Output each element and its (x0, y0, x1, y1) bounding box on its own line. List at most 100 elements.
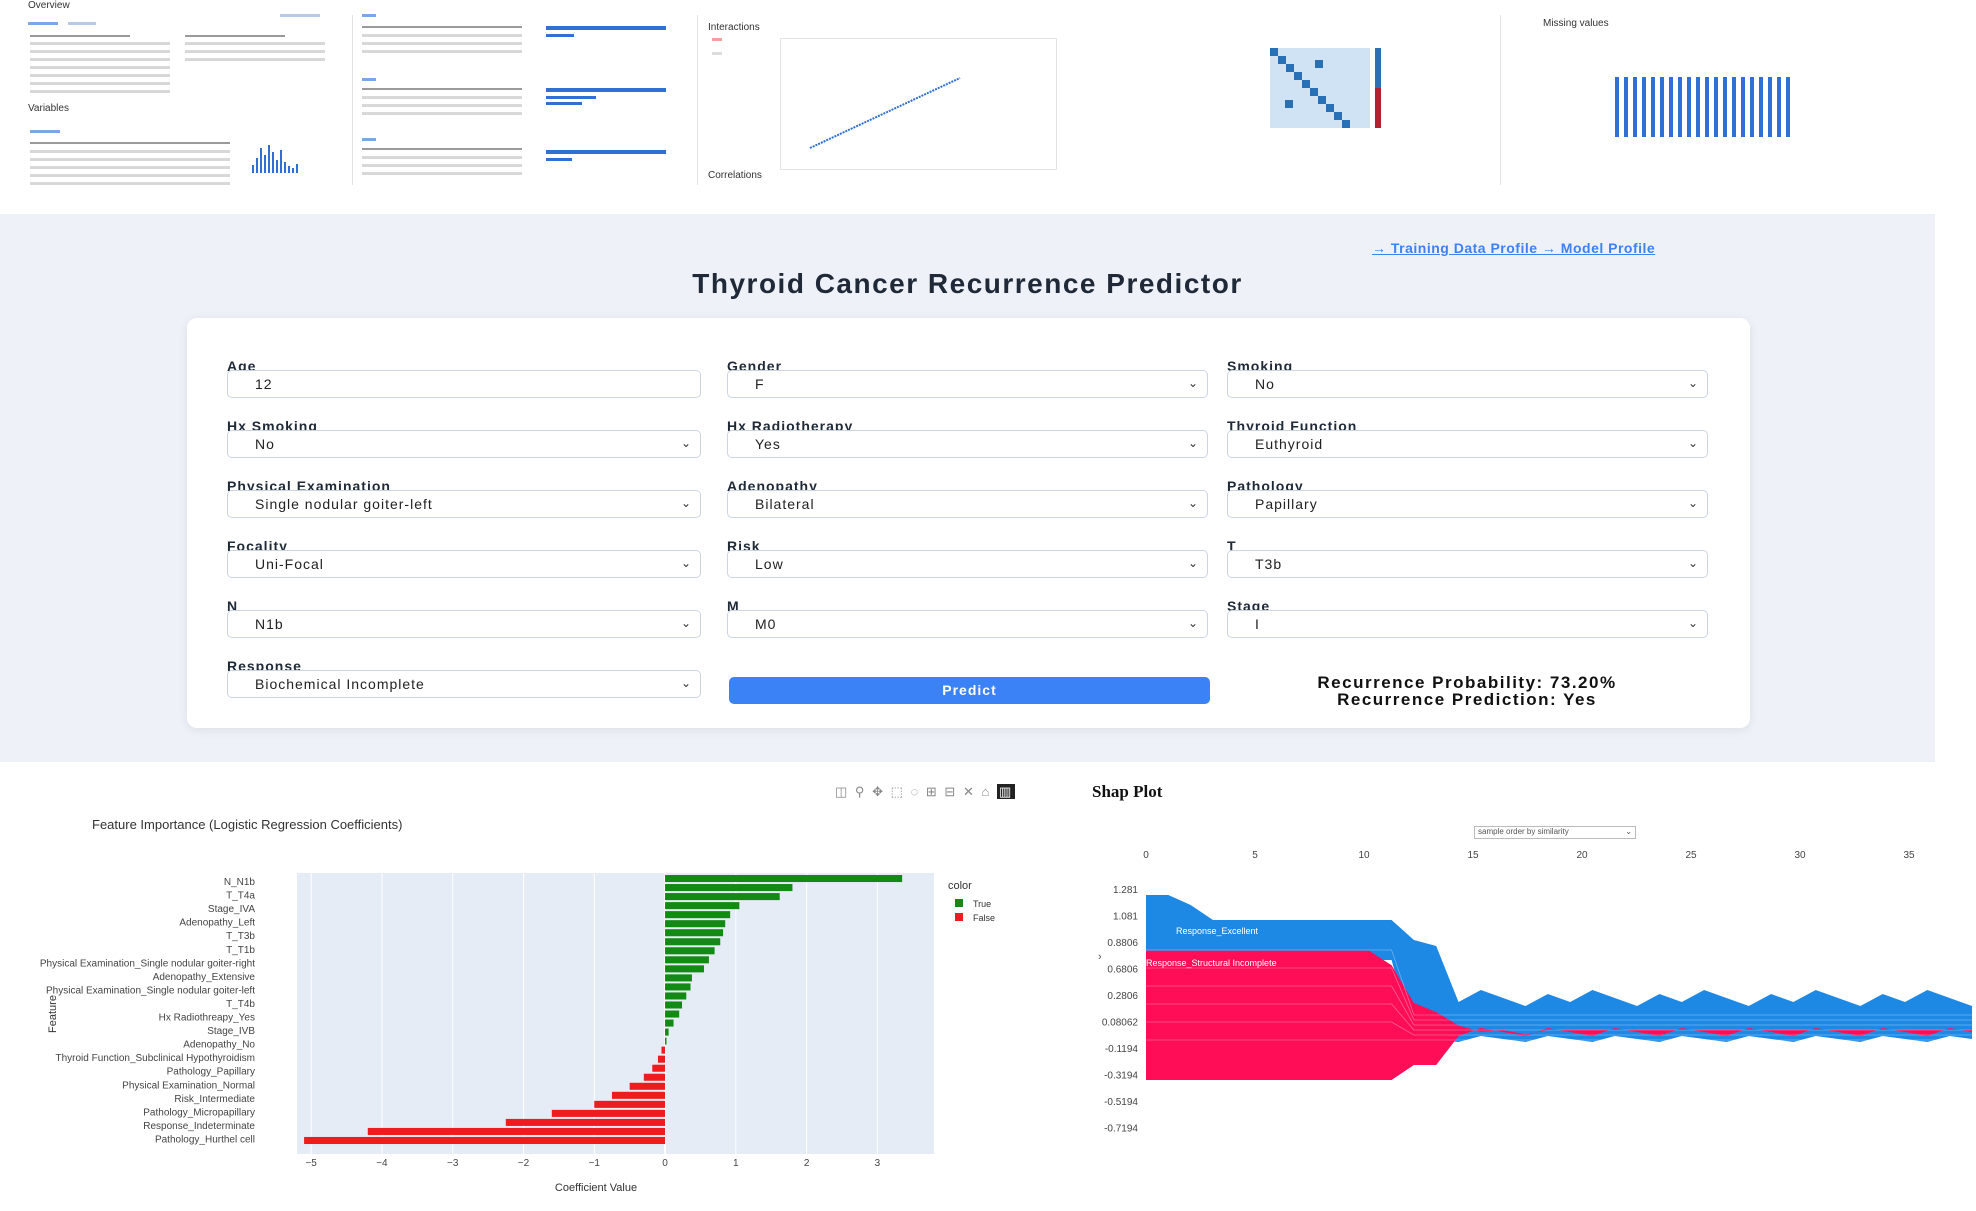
coefficient-bar[interactable] (661, 1046, 666, 1054)
box-select-icon[interactable]: ⬚ (891, 784, 905, 799)
coefficient-bar[interactable] (665, 965, 704, 973)
smoking-select[interactable]: No ⌄ (1227, 370, 1708, 398)
risk-select[interactable]: Low ⌄ (727, 550, 1208, 578)
coefficient-bar[interactable] (657, 1055, 666, 1063)
chevron-down-icon: ⌄ (680, 436, 692, 450)
x-tick-label: 15 (1467, 850, 1479, 861)
coefficient-bar[interactable] (665, 956, 709, 964)
x-tick-label: 10 (1358, 850, 1370, 861)
thumbnail-overview[interactable]: Overview Variables (20, 0, 340, 200)
x-tick-label: 35 (1903, 850, 1915, 861)
coefficient-bar[interactable] (665, 902, 740, 910)
home-icon[interactable]: ⌂ (981, 784, 991, 799)
coefficient-bar[interactable] (665, 893, 780, 901)
thumb-correlations-title: Correlations (708, 170, 762, 181)
zoom-icon[interactable]: ⚲ (855, 784, 867, 799)
chevron-down-icon: ⌄ (1687, 616, 1699, 630)
coefficient-bar[interactable] (629, 1082, 666, 1090)
y-tick-label: 0.6806 (1107, 965, 1138, 976)
y-tick-label: 1.081 (1113, 912, 1138, 923)
y-tick-label: Adenopathy_No (183, 1040, 255, 1051)
coefficient-bar[interactable] (551, 1109, 666, 1117)
hx-smoking-select[interactable]: No ⌄ (227, 430, 701, 458)
coefficient-bar[interactable] (611, 1091, 666, 1099)
coefficient-bar[interactable] (505, 1118, 666, 1126)
y-tick-label: Physical Examination_Single nodular goit… (40, 958, 255, 969)
annotation-response-structural: Response_Structural Incomplete (1146, 958, 1277, 968)
coefficient-bar[interactable] (665, 875, 903, 883)
coefficient-bar[interactable] (665, 1019, 674, 1027)
coefficient-bar[interactable] (594, 1100, 666, 1108)
zoom-out-icon[interactable]: ⊟ (944, 784, 957, 799)
plotly-logo-icon[interactable]: ▥ (996, 784, 1016, 799)
stage-select[interactable]: I ⌄ (1227, 610, 1708, 638)
response-select[interactable]: Biochemical Incomplete ⌄ (227, 670, 701, 698)
x-tick-label: 0 (662, 1158, 668, 1169)
y-tick-label: Physical Examination_Single nodular goit… (46, 985, 255, 996)
coefficient-bar[interactable] (665, 911, 731, 919)
coefficient-bar[interactable] (665, 974, 692, 982)
sample-order-select[interactable]: sample order by similarity ⌄ (1474, 826, 1636, 839)
thumbnail-variables[interactable] (356, 0, 686, 200)
chevron-down-icon: ⌄ (680, 676, 692, 690)
n-select[interactable]: N1b ⌄ (227, 610, 701, 638)
coefficient-bar[interactable] (665, 1028, 669, 1036)
thyroid-function-select[interactable]: Euthyroid ⌄ (1227, 430, 1708, 458)
t-select[interactable]: T3b ⌄ (1227, 550, 1708, 578)
thumb-histogram (252, 145, 298, 173)
coefficient-bar[interactable] (665, 1037, 667, 1045)
thumbnail-missing-values[interactable]: Missing values (1505, 0, 1875, 200)
chevron-down-icon: ⌄ (1687, 436, 1699, 450)
m-select[interactable]: M0 ⌄ (727, 610, 1208, 638)
x-tick-label: 5 (1252, 850, 1258, 861)
predict-button[interactable]: Predict (729, 677, 1210, 704)
focality-select[interactable]: Uni-Focal ⌄ (227, 550, 701, 578)
coefficient-bar[interactable] (665, 938, 721, 946)
age-input[interactable]: 12 (227, 370, 701, 398)
lasso-icon[interactable]: ◌ (911, 784, 921, 799)
hx-radiotherapy-select[interactable]: Yes ⌄ (727, 430, 1208, 458)
coefficient-bar[interactable] (665, 947, 715, 955)
thumb-heatmap (1270, 48, 1381, 128)
y-tick-label: Stage_IVA (208, 904, 255, 915)
coefficient-bar[interactable] (665, 992, 687, 1000)
select-label: sample order by similarity (1478, 827, 1569, 836)
coefficient-bar[interactable] (665, 983, 691, 991)
stage-value: I (1255, 616, 1260, 632)
thumbnail-correlations[interactable] (1215, 0, 1405, 200)
x-tick-label: −5 (305, 1158, 317, 1169)
coefficient-bar[interactable] (652, 1064, 666, 1072)
hx-radiotherapy-value: Yes (755, 436, 781, 452)
profile-links[interactable]: → Training Data Profile → Model Profile (1372, 240, 1655, 256)
camera-icon[interactable]: ◫ (835, 784, 849, 799)
zoom-in-icon[interactable]: ⊞ (926, 784, 939, 799)
coefficient-bar[interactable] (665, 1010, 680, 1018)
physical-examination-select[interactable]: Single nodular goiter-left ⌄ (227, 490, 701, 518)
pan-icon[interactable]: ✥ (872, 784, 885, 799)
m-value: M0 (755, 616, 777, 632)
coefficient-bar[interactable] (665, 884, 793, 892)
coefficient-bar[interactable] (665, 920, 726, 928)
y-tick-label: T_T3b (226, 931, 255, 942)
plotly-toolbar[interactable]: ◫ ⚲ ✥ ⬚ ◌ ⊞ ⊟ ✕ ⌂ ▥ (835, 784, 1016, 800)
shap-plot-title: Shap Plot (1092, 782, 1163, 801)
side-toggle-icon[interactable]: › (1098, 951, 1102, 963)
recurrence-prediction: Recurrence Prediction: Yes (1337, 690, 1597, 709)
chevron-down-icon: ⌄ (1187, 616, 1199, 630)
thumbnail-interactions[interactable]: Interactions Correlations (700, 0, 1060, 200)
adenopathy-select[interactable]: Bilateral ⌄ (727, 490, 1208, 518)
gender-select[interactable]: F ⌄ (727, 370, 1208, 398)
x-tick-label: 3 (875, 1158, 881, 1169)
coefficient-bar[interactable] (643, 1073, 666, 1081)
coefficient-bar[interactable] (367, 1127, 666, 1135)
y-tick-label: Adenopathy_Left (179, 918, 255, 929)
x-tick-label: −2 (518, 1158, 530, 1169)
coefficient-bar[interactable] (665, 1001, 683, 1009)
age-value: 12 (255, 376, 273, 392)
x-tick-label: −4 (376, 1158, 388, 1169)
coefficient-bar[interactable] (665, 929, 724, 937)
coefficient-bar[interactable] (304, 1136, 666, 1145)
autoscale-icon[interactable]: ✕ (963, 784, 976, 799)
adenopathy-value: Bilateral (755, 496, 815, 512)
pathology-select[interactable]: Papillary ⌄ (1227, 490, 1708, 518)
